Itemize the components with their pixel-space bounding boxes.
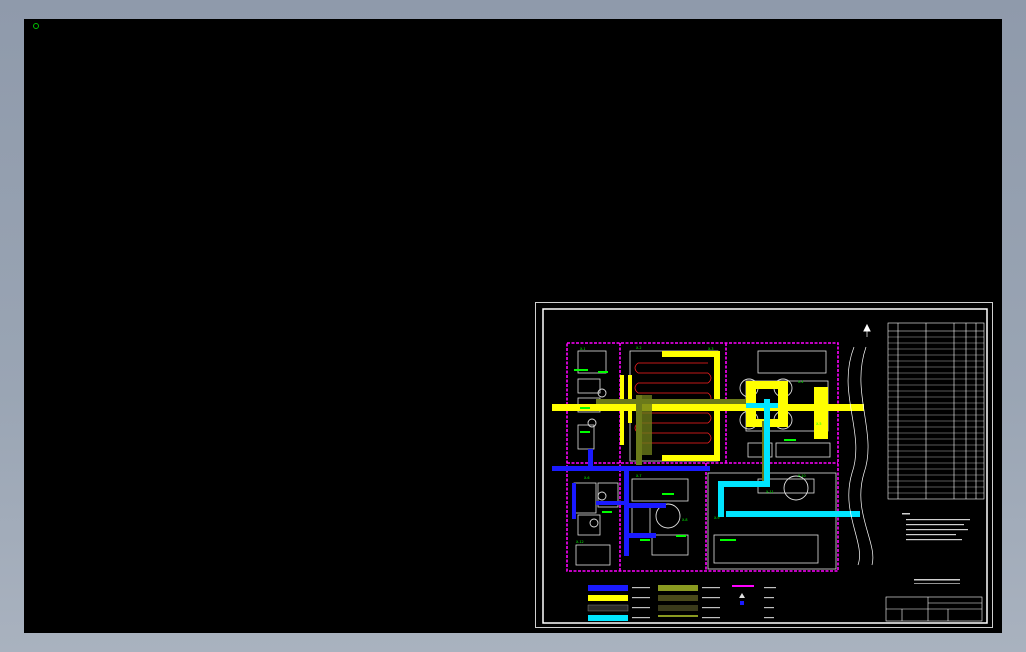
svg-text:X-7: X-7: [636, 474, 642, 478]
title-block: [885, 596, 983, 622]
river-lines: [847, 346, 874, 566]
north-arrow-icon: [863, 323, 871, 337]
model-space-viewport[interactable]: X-1 X-2 X-3 X-4 X-5 X-6 X-7 X-8 X-9 X-10 X-11…: [24, 19, 1002, 633]
svg-text:X-11: X-11: [766, 490, 774, 494]
svg-text:X-4: X-4: [798, 380, 804, 384]
svg-text:X-3: X-3: [708, 347, 714, 351]
notes-block: [902, 513, 970, 584]
pipe-yellow: [552, 381, 864, 439]
svg-text:X-9: X-9: [714, 516, 720, 520]
ucs-marker-icon: [33, 23, 39, 29]
drawing-sheet[interactable]: X-1 X-2 X-3 X-4 X-5 X-6 X-7 X-8 X-9 X-10 X-11…: [535, 302, 993, 628]
svg-text:X-12: X-12: [576, 540, 584, 544]
svg-text:X-5: X-5: [816, 422, 822, 426]
equipment-table: [887, 322, 985, 500]
site-plan-drawing: X-1 X-2 X-3 X-4 X-5 X-6 X-7 X-8 X-9 X-10 X-11…: [542, 308, 988, 624]
equipment-table-rows: [888, 336, 984, 494]
legend: [587, 585, 776, 621]
svg-text:X-10: X-10: [798, 474, 806, 478]
svg-text:X-1: X-1: [580, 347, 586, 351]
svg-text:X-8: X-8: [682, 518, 688, 522]
svg-text:X-2: X-2: [636, 346, 642, 350]
svg-text:X-6: X-6: [584, 476, 590, 480]
